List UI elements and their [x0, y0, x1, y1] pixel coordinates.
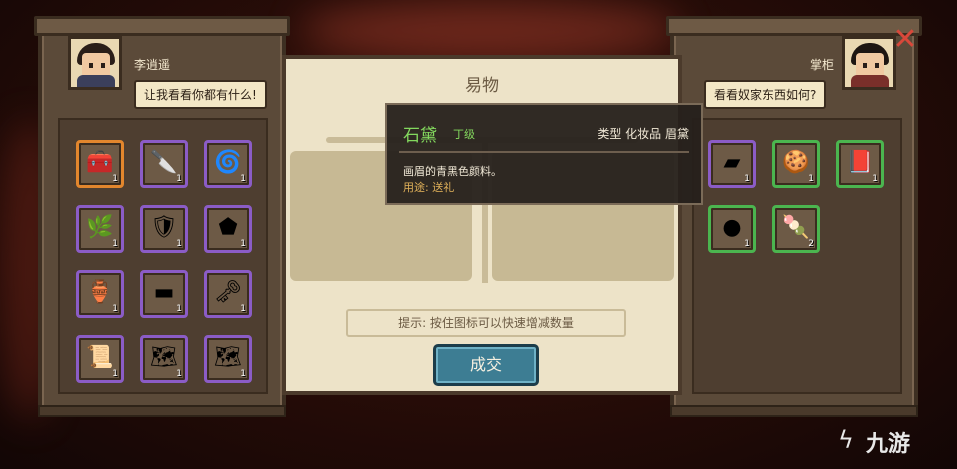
item-slot[interactable]: 🗺 1 — [204, 335, 252, 383]
item-slot[interactable]: 🧰 1 — [76, 140, 124, 188]
powder-box-icon: ● — [722, 214, 742, 240]
item-slot[interactable]: 🍪 1 — [772, 140, 820, 188]
item-count: 1 — [112, 369, 118, 379]
panel-foot — [670, 405, 918, 417]
item-count: 1 — [176, 304, 182, 314]
player-speech-bubble: 让我看看你都有什么! — [134, 80, 267, 109]
item-count: 1 — [176, 239, 182, 249]
iron-ore-icon: ⬟ — [218, 214, 238, 240]
item-slot[interactable]: ⬟ 1 — [204, 205, 252, 253]
item-count: 1 — [112, 304, 118, 314]
item-slot[interactable]: 🌀 1 — [204, 140, 252, 188]
item-slot[interactable]: 📜 1 — [76, 335, 124, 383]
book-icon: 📕 — [846, 149, 874, 175]
key-icon: 🗝 — [214, 279, 242, 305]
item-count: 1 — [240, 304, 246, 314]
item-count: 1 — [744, 239, 750, 249]
tooltip-description: 画眉的青黑色颜料。 — [403, 165, 502, 178]
item-count: 1 — [112, 174, 118, 184]
item-count: 1 — [240, 239, 246, 249]
item-slot[interactable]: 🍡 2 — [772, 205, 820, 253]
item-slot[interactable]: ▰ 1 — [708, 140, 756, 188]
panel-roof — [34, 16, 290, 36]
item-slot[interactable]: 🌿 1 — [76, 205, 124, 253]
item-slot[interactable]: 🛡 1 — [140, 205, 188, 253]
item-count: 1 — [808, 174, 814, 184]
merchant-name: 掌柜 — [810, 58, 835, 72]
item-count: 1 — [240, 369, 246, 379]
tooltip-item-name: 石黛 — [403, 126, 437, 146]
panel-roof — [666, 16, 922, 36]
item-count: 1 — [112, 239, 118, 249]
trade-title: 易物 — [465, 76, 499, 96]
item-slot[interactable]: 🔪 1 — [140, 140, 188, 188]
item-count: 2 — [808, 239, 814, 249]
cleaver-icon: 🔪 — [150, 149, 178, 175]
item-slot[interactable]: 📕 1 — [836, 140, 884, 188]
background-blur — [300, 0, 680, 60]
map-icon: 🗺 — [214, 344, 242, 370]
ginseng-icon: 🌿 — [86, 214, 114, 240]
item-slot[interactable]: ● 1 — [708, 205, 756, 253]
item-count: 1 — [176, 369, 182, 379]
merchant-speech-bubble: 看看奴家东西如何? — [704, 80, 827, 109]
item-slot[interactable]: 🗺 1 — [140, 335, 188, 383]
jiuyou-logo-icon: ϟ — [838, 426, 854, 454]
treasure-chest-icon: 🧰 — [86, 149, 114, 175]
panel-foot — [38, 405, 286, 417]
item-count: 1 — [872, 174, 878, 184]
watermark-text: 九游 — [866, 432, 911, 457]
item-tooltip: 石黛 丁级 类型 化妆品 眉黛 画眉的青黑色颜料。 用途: 送礼 — [385, 103, 703, 205]
item-slot[interactable]: 🏺 1 — [76, 270, 124, 318]
item-count: 1 — [744, 174, 750, 184]
tooltip-item-type: 类型 化妆品 眉黛 — [597, 127, 689, 141]
item-slot[interactable]: ▬ 1 — [140, 270, 188, 318]
eyebrow-ink-icon: ▰ — [723, 149, 741, 175]
item-slot[interactable]: 🗝 1 — [204, 270, 252, 318]
merchant-portrait — [842, 36, 896, 90]
armor-icon: 🛡 — [150, 214, 178, 240]
scroll-icon: 📜 — [86, 344, 114, 370]
pastry-icon: 🍡 — [782, 214, 810, 240]
player-name: 李逍遥 — [134, 58, 171, 72]
jar-icon: 🏺 — [86, 279, 114, 305]
ink-stick-icon: ▬ — [153, 279, 175, 305]
item-count: 1 — [176, 174, 182, 184]
hint-text: 提示: 按住图标可以快速增减数量 — [346, 309, 626, 337]
tooltip-usage: 用途: 送礼 — [403, 181, 455, 194]
map-icon: 🗺 — [150, 344, 178, 370]
item-count: 1 — [240, 174, 246, 184]
close-icon[interactable]: ✕ — [892, 25, 918, 55]
jade-ornament-icon: 🌀 — [214, 149, 242, 175]
rouge-box-icon: 🍪 — [782, 149, 810, 175]
player-portrait — [68, 36, 122, 90]
tooltip-item-grade: 丁级 — [453, 128, 475, 141]
confirm-trade-button[interactable]: 成交 — [433, 344, 539, 386]
tooltip-divider — [399, 151, 689, 153]
